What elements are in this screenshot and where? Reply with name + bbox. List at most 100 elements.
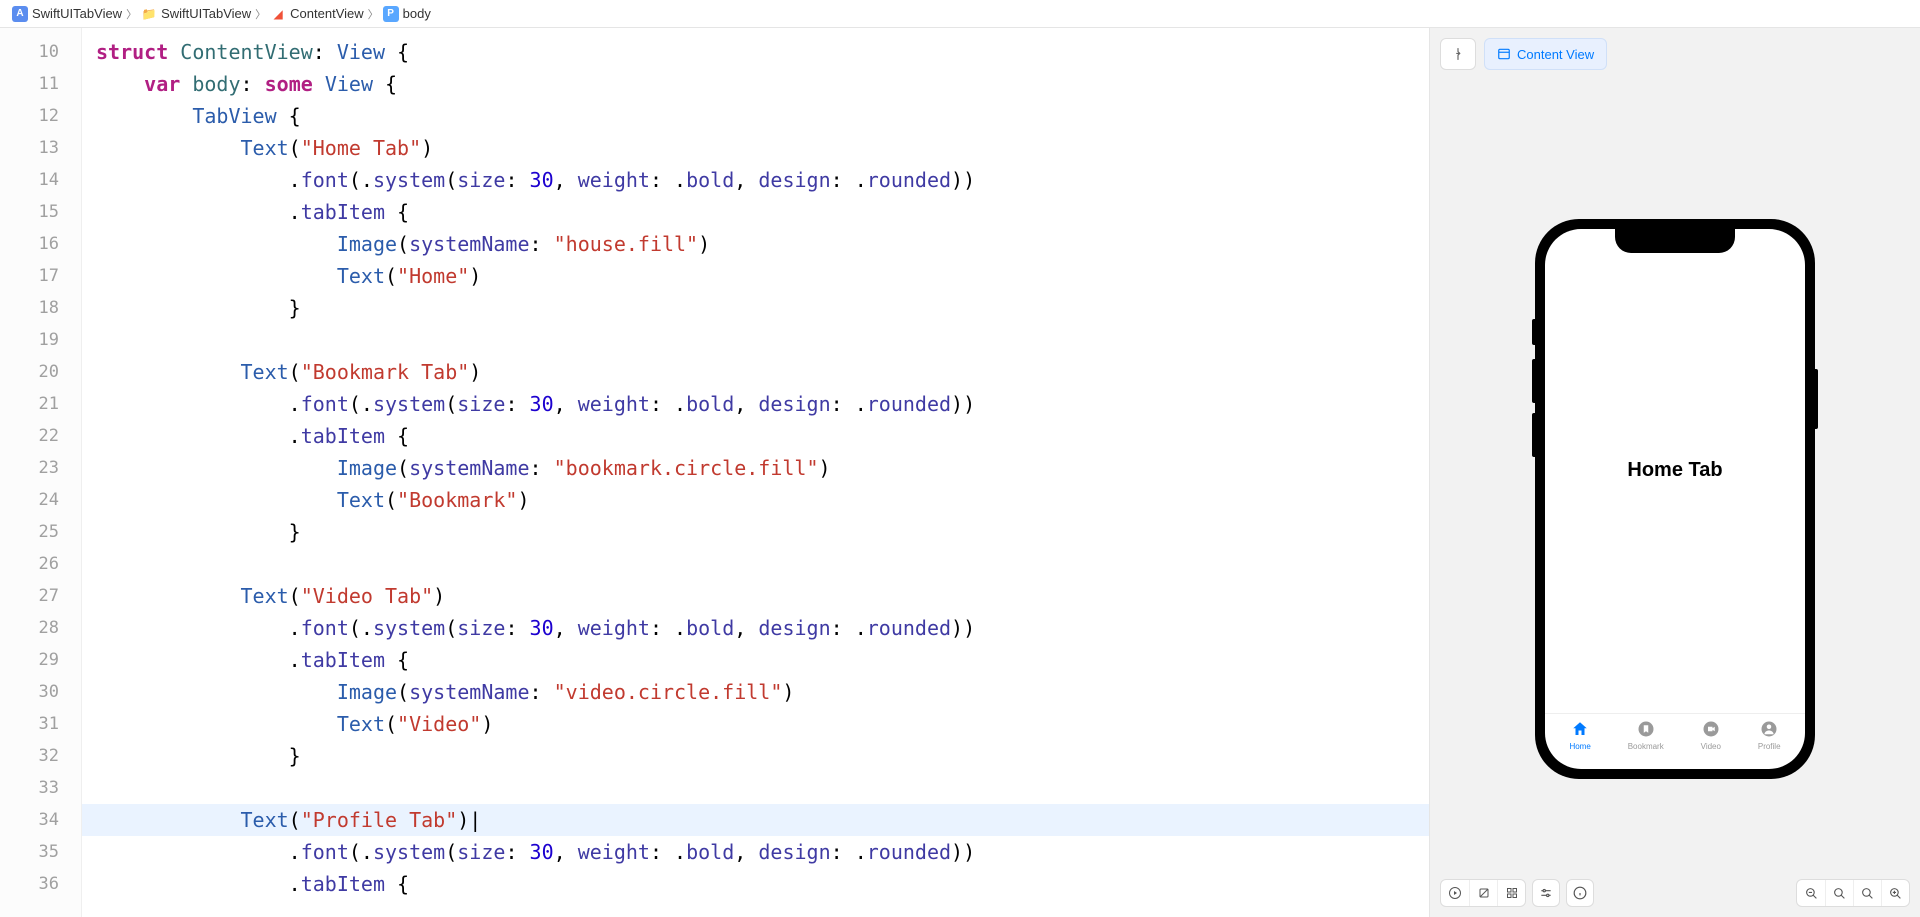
line-number: 16 (0, 228, 73, 260)
preview-pane: Content View Home Tab HomeBookmarkVideoP… (1430, 28, 1920, 917)
code-line[interactable]: .font(.system(size: 30, weight: .bold, d… (96, 612, 1429, 644)
zoom-out-button[interactable] (1797, 880, 1825, 906)
selectable-icon (1478, 887, 1490, 899)
code-line[interactable]: } (96, 292, 1429, 324)
line-number: 14 (0, 164, 73, 196)
chevron-right-icon: 〉 (368, 6, 379, 22)
person-circle-icon (1760, 720, 1778, 740)
breadcrumb-item[interactable]: P body (383, 6, 431, 22)
line-number: 11 (0, 68, 73, 100)
code-area[interactable]: struct ContentView: View { var body: som… (82, 28, 1429, 917)
line-gutter: 1011121314151617181920212223242526272829… (0, 28, 82, 917)
code-line[interactable]: } (96, 740, 1429, 772)
content-view-label: Content View (1517, 47, 1594, 62)
line-number: 34 (0, 804, 73, 836)
code-line[interactable]: Text("Bookmark Tab") (96, 356, 1429, 388)
code-line[interactable]: .tabItem { (96, 420, 1429, 452)
zoom-fit-button[interactable] (1825, 880, 1853, 906)
code-line[interactable]: .font(.system(size: 30, weight: .bold, d… (96, 388, 1429, 420)
property-icon: P (383, 6, 399, 22)
info-icon (1573, 886, 1587, 900)
zoom-in-icon (1889, 887, 1902, 900)
pin-button[interactable] (1440, 38, 1476, 70)
folder-icon: 📁 (141, 6, 157, 22)
breadcrumb-label: ContentView (290, 6, 363, 21)
line-number: 20 (0, 356, 73, 388)
swift-icon: ◢ (270, 6, 286, 22)
line-number: 17 (0, 260, 73, 292)
device-frame: Home Tab HomeBookmarkVideoProfile (1535, 219, 1815, 779)
code-line[interactable]: Text("Video Tab") (96, 580, 1429, 612)
code-line[interactable]: Image(systemName: "video.circle.fill") (96, 676, 1429, 708)
line-number: 25 (0, 516, 73, 548)
line-number: 36 (0, 868, 73, 900)
code-line[interactable]: struct ContentView: View { (96, 36, 1429, 68)
line-number: 23 (0, 452, 73, 484)
line-number: 27 (0, 580, 73, 612)
code-line[interactable]: Image(systemName: "house.fill") (96, 228, 1429, 260)
device-settings-button[interactable] (1532, 879, 1560, 907)
notch (1615, 229, 1735, 253)
content-view-button[interactable]: Content View (1484, 38, 1607, 70)
line-number: 12 (0, 100, 73, 132)
zoom-in-button[interactable] (1881, 880, 1909, 906)
line-number: 31 (0, 708, 73, 740)
code-line[interactable]: var body: some View { (96, 68, 1429, 100)
line-number: 21 (0, 388, 73, 420)
code-line[interactable]: .font(.system(size: 30, weight: .bold, d… (96, 836, 1429, 868)
code-line[interactable] (96, 772, 1429, 804)
zoom-100-icon (1861, 887, 1874, 900)
code-line[interactable]: Text("Video") (96, 708, 1429, 740)
settings-icon (1539, 886, 1553, 900)
line-number: 28 (0, 612, 73, 644)
video-circle-icon (1702, 720, 1720, 740)
code-line[interactable]: .tabItem { (96, 644, 1429, 676)
line-number: 24 (0, 484, 73, 516)
code-line[interactable]: Text("Home") (96, 260, 1429, 292)
tab-item-bookmark[interactable]: Bookmark (1628, 720, 1664, 751)
code-line[interactable]: TabView { (96, 100, 1429, 132)
breadcrumb-item[interactable]: ◢ ContentView (270, 6, 363, 22)
code-line[interactable]: .tabItem { (96, 196, 1429, 228)
code-line[interactable]: .font(.system(size: 30, weight: .bold, d… (96, 164, 1429, 196)
line-number: 19 (0, 324, 73, 356)
variants-button[interactable] (1497, 880, 1525, 906)
grid-icon (1506, 887, 1518, 899)
breadcrumb-item[interactable]: A SwiftUITabView (12, 6, 122, 22)
zoom-100-button[interactable] (1853, 880, 1881, 906)
run-preview-button[interactable] (1441, 880, 1469, 906)
breadcrumb[interactable]: A SwiftUITabView 〉 📁 SwiftUITabView 〉 ◢ … (0, 0, 1920, 28)
line-number: 33 (0, 772, 73, 804)
pin-icon (1451, 47, 1465, 61)
device-screen[interactable]: Home Tab HomeBookmarkVideoProfile (1545, 229, 1805, 769)
tab-item-profile[interactable]: Profile (1758, 720, 1781, 751)
selectable-button[interactable] (1469, 880, 1497, 906)
zoom-out-icon (1805, 887, 1818, 900)
code-line[interactable] (96, 324, 1429, 356)
line-number: 26 (0, 548, 73, 580)
code-line[interactable]: Text("Profile Tab")| (96, 804, 1429, 836)
zoom-fit-icon (1833, 887, 1846, 900)
code-line[interactable]: Text("Bookmark") (96, 484, 1429, 516)
line-number: 30 (0, 676, 73, 708)
breadcrumb-label: body (403, 6, 431, 21)
breadcrumb-label: SwiftUITabView (161, 6, 251, 21)
app-icon: A (12, 6, 28, 22)
info-button[interactable] (1566, 879, 1594, 907)
breadcrumb-label: SwiftUITabView (32, 6, 122, 21)
code-line[interactable]: Text("Home Tab") (96, 132, 1429, 164)
tab-label: Video (1701, 742, 1721, 751)
line-number: 32 (0, 740, 73, 772)
tab-bar: Home Bookmark Video Profile (1545, 713, 1805, 769)
code-line[interactable]: } (96, 516, 1429, 548)
code-line[interactable]: Image(systemName: "bookmark.circle.fill"… (96, 452, 1429, 484)
code-line[interactable] (96, 548, 1429, 580)
chevron-right-icon: 〉 (255, 6, 266, 22)
breadcrumb-item[interactable]: 📁 SwiftUITabView (141, 6, 251, 22)
line-number: 29 (0, 644, 73, 676)
code-line[interactable]: .tabItem { (96, 868, 1429, 900)
code-editor[interactable]: 1011121314151617181920212223242526272829… (0, 28, 1430, 917)
tab-item-video[interactable]: Video (1701, 720, 1721, 751)
tab-item-home[interactable]: Home (1569, 720, 1590, 751)
house-icon (1571, 720, 1589, 740)
